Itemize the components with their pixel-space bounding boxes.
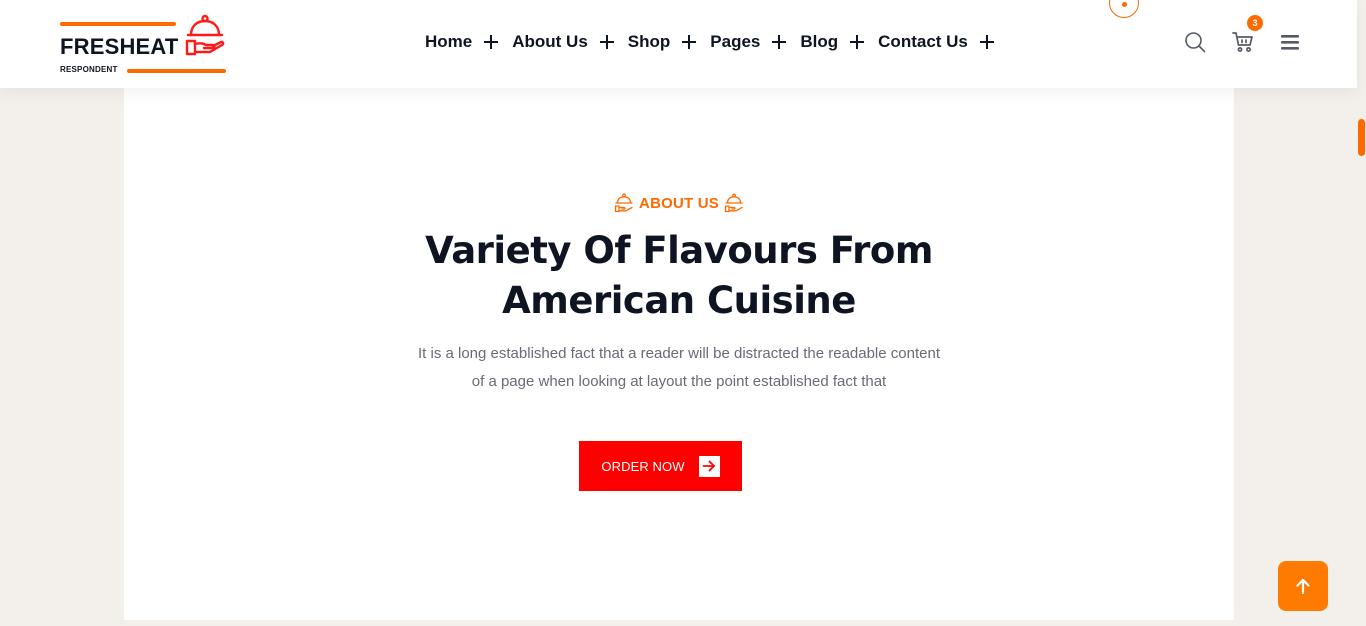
nav-label: About Us [512,32,588,51]
cloche-icon [614,193,633,213]
title-line-2: American Cuisine [502,279,856,322]
site-logo[interactable]: FRESHEAT RESPONDENT [60,14,230,76]
scrollbar-track[interactable] [1357,0,1366,626]
scroll-to-top-button[interactable] [1278,561,1328,611]
description-line-1: It is a long established fact that a rea… [418,345,940,362]
plus-icon [979,35,994,49]
arrow-up-icon [1296,578,1310,595]
nav-item-shop[interactable]: Shop [628,32,697,52]
nav-item-blog[interactable]: Blog [800,32,865,52]
cloche-icon [185,14,225,56]
search-icon[interactable] [1183,30,1207,54]
nav-label: Shop [627,32,671,51]
main-nav: Home About Us Shop Pages Blog Contact Us [425,32,1008,52]
order-now-label: ORDER NOW [601,458,685,474]
description-line-2: of a page when looking at layout the poi… [471,373,887,390]
cloche-icon [724,193,743,213]
section-title: Variety Of Flavours From American Cuisin… [124,226,1234,326]
cart-count-badge: 3 [1247,15,1263,31]
order-now-button[interactable]: ORDER NOW [579,441,742,491]
nav-item-home[interactable]: Home [425,32,499,52]
site-header: FRESHEAT RESPONDENT Home About Us Shop P… [0,0,1357,88]
nav-label: Contact Us [878,32,968,51]
nav-label: Blog [800,32,839,51]
logo-brand: FRESHEAT [60,34,179,59]
logo-tagline: RESPONDENT [60,65,118,74]
nav-item-contact-us[interactable]: Contact Us [878,32,994,52]
cart-icon[interactable] [1231,30,1255,54]
plus-icon [599,35,614,49]
nav-item-about-us[interactable]: About Us [512,32,614,52]
nav-label: Pages [710,32,761,51]
nav-item-pages[interactable]: Pages [710,32,787,52]
logo-bar-bottom [127,69,226,73]
plus-icon [850,35,865,49]
title-line-1: Variety Of Flavours From [425,229,933,272]
scrollbar-thumb[interactable] [1358,119,1365,156]
menu-icon[interactable] [1279,30,1303,54]
about-hero-section: ABOUT US Variety Of Flavours From Americ… [124,88,1234,620]
plus-icon [772,35,787,49]
section-description: It is a long established fact that a rea… [389,340,969,396]
plus-icon [484,35,499,49]
plus-icon [682,35,697,49]
logo-bar-top [60,22,176,26]
section-eyebrow: ABOUT US [124,193,1234,213]
eyebrow-label: ABOUT US [639,194,719,212]
nav-label: Home [425,32,473,51]
arrow-right-icon [698,455,720,477]
